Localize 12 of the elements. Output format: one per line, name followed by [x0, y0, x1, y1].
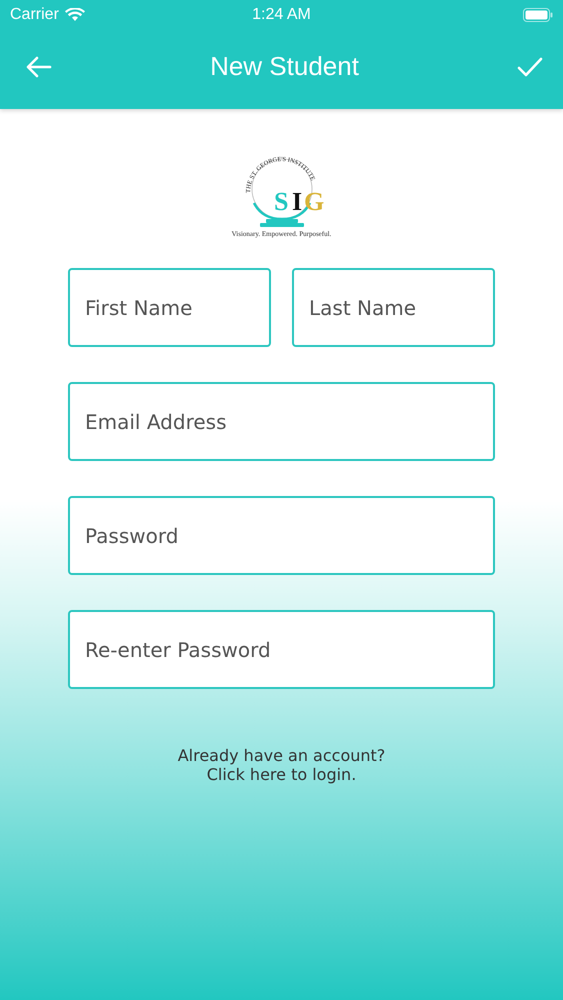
wifi-icon: [64, 8, 85, 22]
input-field[interactable]: Password: [68, 496, 495, 575]
status-time: 1:24 AM: [252, 6, 311, 24]
carrier-label: Carrier: [10, 6, 59, 24]
login-question: Already have an account?: [178, 746, 386, 765]
login-link[interactable]: Click here to login.: [206, 765, 356, 784]
input-field[interactable]: Email Address: [68, 382, 495, 461]
input-field[interactable]: First Name: [68, 268, 271, 347]
battery-icon: [523, 8, 553, 22]
input-field[interactable]: Re-enter Password: [68, 610, 495, 689]
screen-title: New Student: [210, 51, 359, 82]
input-field[interactable]: Last Name: [292, 268, 495, 347]
